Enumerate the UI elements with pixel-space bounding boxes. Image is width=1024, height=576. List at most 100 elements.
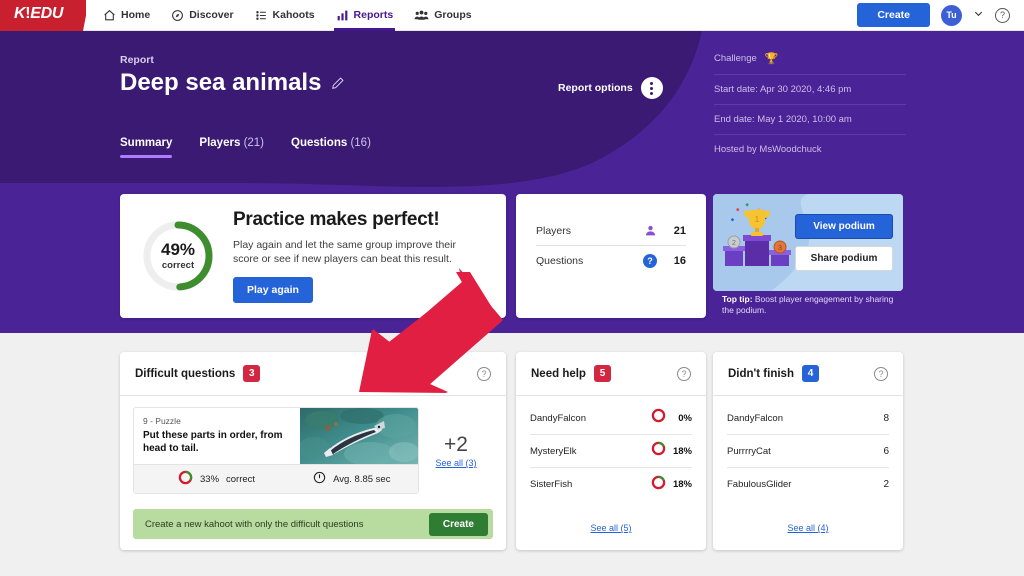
- nav-item-home[interactable]: Home: [101, 0, 152, 31]
- challenge-host: Hosted by MsWoodchuck: [714, 135, 906, 164]
- practice-title: Practice makes perfect!: [233, 209, 477, 231]
- list-item[interactable]: DandyFalcon 8: [727, 402, 889, 435]
- didnt-finish-player-value: 2: [883, 479, 889, 490]
- chevron-down-icon[interactable]: [973, 8, 984, 22]
- stat-row-questions: Questions ? 16: [536, 246, 686, 276]
- need-help-footer: See all (5): [516, 518, 706, 536]
- tab-players-count: (21): [244, 137, 264, 149]
- nav-label-home: Home: [121, 9, 150, 21]
- need-help-player-name: SisterFish: [530, 479, 651, 490]
- list-item[interactable]: PurrrryCat 6: [727, 435, 889, 468]
- logo-text: K!EDU: [14, 5, 63, 23]
- didnt-finish-player-name: FabulousGlider: [727, 479, 883, 490]
- pencil-icon[interactable]: [331, 76, 345, 90]
- stat-value-players: 21: [660, 225, 686, 237]
- need-help-card: Need help 5 ? DandyFalcon 0% MysteryElk: [516, 352, 706, 550]
- practice-description: Play again and let the same group improv…: [233, 238, 477, 267]
- difficult-questions-count-badge: 3: [243, 365, 260, 382]
- challenge-type-row: Challenge 🏆: [714, 47, 906, 75]
- nav-item-discover[interactable]: Discover: [169, 0, 235, 31]
- challenge-end-date: End date: May 1 2020, 10:00 am: [714, 105, 906, 135]
- vertical-dots-icon[interactable]: [641, 77, 663, 99]
- share-podium-button[interactable]: Share podium: [795, 246, 893, 271]
- podium-tip-prefix: Top tip:: [722, 294, 753, 304]
- need-help-player-name: DandyFalcon: [530, 413, 651, 424]
- difficult-questions-body: 9 - Puzzle Put these parts in order, fro…: [120, 396, 506, 494]
- need-help-count-badge: 5: [594, 365, 611, 382]
- didnt-finish-player-value: 6: [883, 446, 889, 457]
- difficult-question-texts: 9 - Puzzle Put these parts in order, fro…: [134, 408, 300, 464]
- nav-item-kahoots[interactable]: Kahoots: [253, 0, 317, 31]
- need-help-donut: [651, 475, 666, 495]
- didnt-finish-see-all[interactable]: See all (4): [787, 523, 828, 533]
- didnt-finish-player-name: PurrrryCat: [727, 446, 883, 457]
- top-navbar: K!EDU Home Discover Kahoots: [0, 0, 1024, 31]
- tab-questions[interactable]: Questions (16): [291, 137, 371, 158]
- practice-card: 49% correct Practice makes perfect! Play…: [120, 194, 506, 318]
- clock-icon: [313, 471, 326, 487]
- difficult-question-top: 9 - Puzzle Put these parts in order, fro…: [134, 408, 418, 464]
- question-circle-icon[interactable]: ?: [477, 367, 491, 381]
- create-button[interactable]: Create: [857, 3, 930, 27]
- create-difficult-kahoot-button[interactable]: Create: [429, 513, 488, 536]
- difficult-question-stats: 33% correct Avg. 8.85 sec: [134, 464, 418, 493]
- difficult-question-time-stat: Avg. 8.85 sec: [313, 471, 390, 487]
- correct-donut-small: [178, 470, 193, 488]
- donut-label: 49% correct: [140, 218, 216, 294]
- difficult-question-correct-stat: 33% correct: [178, 470, 255, 488]
- list-item[interactable]: DandyFalcon 0%: [530, 402, 692, 435]
- difficult-questions-see-all[interactable]: See all (3): [435, 458, 476, 468]
- navbar-right: Create Tu ?: [857, 3, 1024, 27]
- trophy-icon: 🏆: [765, 52, 779, 65]
- people-icon: [414, 9, 429, 22]
- list-item[interactable]: FabulousGlider 2: [727, 468, 889, 501]
- need-help-player-name: MysteryElk: [530, 446, 651, 457]
- tab-summary[interactable]: Summary: [120, 137, 172, 158]
- need-help-player-percent: 18%: [666, 446, 692, 457]
- challenge-label: Challenge: [714, 53, 757, 64]
- app-root: K!EDU Home Discover Kahoots: [0, 0, 1024, 576]
- play-again-button[interactable]: Play again: [233, 277, 313, 303]
- nav-item-reports[interactable]: Reports: [334, 0, 396, 31]
- page-title: Deep sea animals: [120, 69, 321, 97]
- list-item[interactable]: SisterFish 18%: [530, 468, 692, 501]
- need-help-player-percent: 18%: [666, 479, 692, 490]
- difficult-question-item[interactable]: 9 - Puzzle Put these parts in order, fro…: [133, 407, 419, 494]
- need-help-see-all[interactable]: See all (5): [590, 523, 631, 533]
- report-options-button[interactable]: Report options: [558, 77, 663, 99]
- need-help-title: Need help: [531, 368, 586, 380]
- question-circle-icon[interactable]: ?: [995, 8, 1010, 23]
- tab-players-label: Players: [199, 137, 240, 149]
- svg-text:2: 2: [732, 240, 736, 247]
- tab-questions-count: (16): [350, 137, 370, 149]
- difficult-questions-title: Difficult questions: [135, 368, 235, 380]
- question-circle-icon[interactable]: ?: [677, 367, 691, 381]
- nav-label-reports: Reports: [354, 9, 394, 21]
- stat-label-questions: Questions: [536, 255, 640, 267]
- didnt-finish-player-value: 8: [883, 413, 889, 424]
- need-help-donut: [651, 408, 666, 428]
- app-logo[interactable]: K!EDU: [0, 0, 86, 31]
- bar-chart-icon: [336, 9, 349, 22]
- didnt-finish-count-badge: 4: [802, 365, 819, 382]
- need-help-header: Need help 5 ?: [516, 352, 706, 396]
- didnt-finish-player-name: DandyFalcon: [727, 413, 883, 424]
- nav-items: Home Discover Kahoots Reports: [101, 0, 474, 31]
- avatar[interactable]: Tu: [941, 5, 962, 26]
- question-badge-icon: ?: [640, 254, 660, 268]
- difficult-questions-more[interactable]: +2 See all (3): [419, 407, 493, 494]
- podium-tip: Top tip: Boost player engagement by shar…: [713, 291, 903, 317]
- nav-item-groups[interactable]: Groups: [412, 0, 473, 31]
- challenge-info-panel: Challenge 🏆 Start date: Apr 30 2020, 4:4…: [714, 47, 906, 164]
- view-podium-button[interactable]: View podium: [795, 214, 893, 239]
- challenge-start-date: Start date: Apr 30 2020, 4:46 pm: [714, 75, 906, 105]
- report-kicker: Report: [120, 54, 154, 66]
- need-help-list: DandyFalcon 0% MysteryElk 18%: [516, 396, 706, 501]
- tab-players[interactable]: Players (21): [199, 137, 264, 158]
- difficult-question-avg-time: Avg. 8.85 sec: [333, 474, 390, 485]
- list-item[interactable]: MysteryElk 18%: [530, 435, 692, 468]
- podium-card: 2 3 1 View podium Share podium: [713, 194, 903, 291]
- question-circle-icon[interactable]: ?: [874, 367, 888, 381]
- person-icon: [640, 224, 660, 237]
- nav-label-groups: Groups: [434, 9, 471, 21]
